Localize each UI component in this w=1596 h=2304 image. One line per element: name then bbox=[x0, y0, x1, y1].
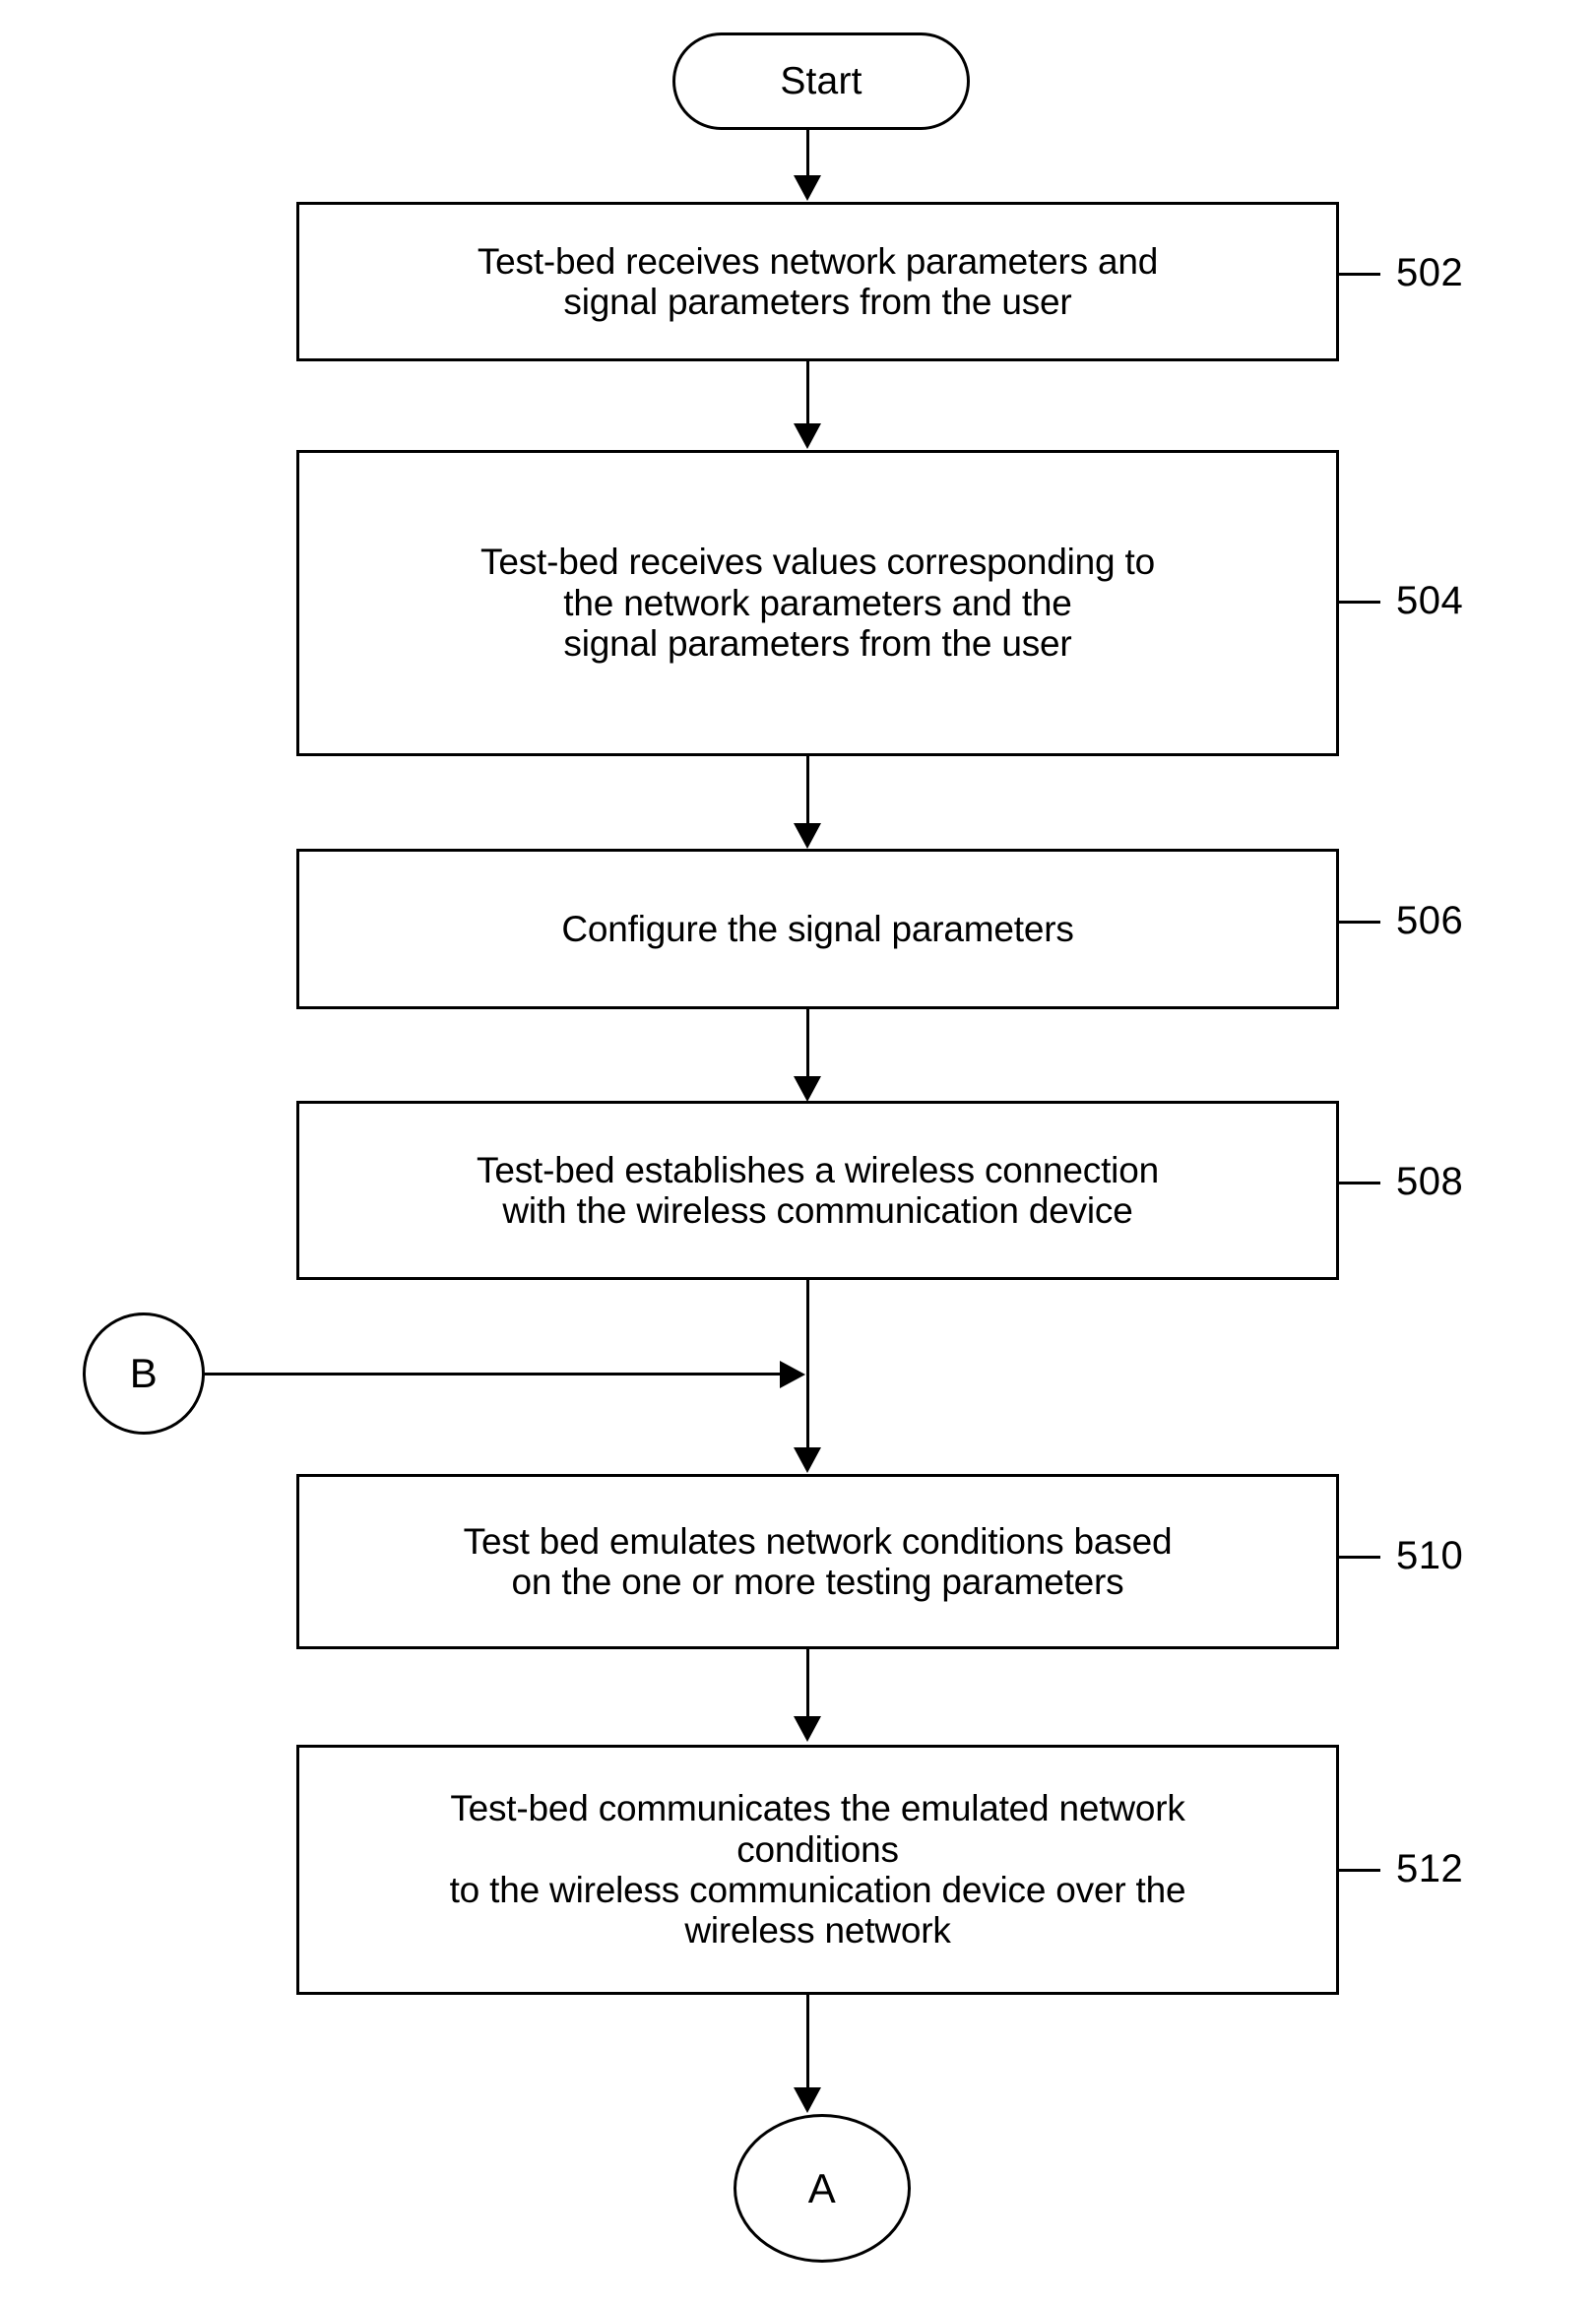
edge-506-to-508-arrowhead bbox=[794, 1076, 821, 1102]
ref-510: 510 bbox=[1396, 1534, 1464, 1577]
node-start-label: Start bbox=[780, 59, 862, 102]
node-step-502-label: Test-bed receives network parameters and… bbox=[477, 240, 1159, 322]
ref-504: 504 bbox=[1396, 579, 1464, 622]
ref-502: 502 bbox=[1396, 251, 1464, 294]
ref-506-leader bbox=[1339, 921, 1380, 924]
edge-502-to-504-arrowhead bbox=[794, 423, 821, 449]
ref-508-leader bbox=[1339, 1182, 1380, 1184]
flowchart-page: Start Test-bed receives network paramete… bbox=[0, 0, 1596, 2304]
node-connector-a: A bbox=[734, 2114, 911, 2263]
ref-512-leader bbox=[1339, 1869, 1380, 1872]
edge-506-to-508-line bbox=[806, 1009, 809, 1078]
edge-512-to-a-arrowhead bbox=[794, 2087, 821, 2113]
edge-b-to-510-line bbox=[205, 1373, 782, 1376]
ref-506: 506 bbox=[1396, 899, 1464, 942]
ref-508: 508 bbox=[1396, 1160, 1464, 1203]
node-step-510-label: Test bed emulates network conditions bas… bbox=[463, 1520, 1173, 1602]
node-step-508: Test-bed establishes a wireless connecti… bbox=[296, 1101, 1339, 1280]
edge-510-to-512-arrowhead bbox=[794, 1716, 821, 1742]
ref-504-leader bbox=[1339, 601, 1380, 604]
edge-start-to-502-arrowhead bbox=[794, 175, 821, 201]
edge-start-to-502-line bbox=[806, 130, 809, 177]
node-step-510: Test bed emulates network conditions bas… bbox=[296, 1474, 1339, 1649]
node-connector-a-label: A bbox=[807, 2164, 837, 2211]
node-step-508-label: Test-bed establishes a wireless connecti… bbox=[477, 1149, 1159, 1231]
edge-508-to-510-line bbox=[806, 1280, 809, 1449]
edge-b-to-510-arrowhead bbox=[780, 1361, 805, 1388]
node-step-502: Test-bed receives network parameters and… bbox=[296, 202, 1339, 361]
edge-510-to-512-line bbox=[806, 1649, 809, 1718]
node-connector-b-label: B bbox=[129, 1350, 159, 1396]
node-step-504-label: Test-bed receives values corresponding t… bbox=[480, 542, 1155, 665]
ref-510-leader bbox=[1339, 1556, 1380, 1559]
node-step-506-label: Configure the signal parameters bbox=[561, 908, 1074, 949]
node-step-504: Test-bed receives values corresponding t… bbox=[296, 450, 1339, 756]
node-start: Start bbox=[672, 32, 970, 130]
ref-502-leader bbox=[1339, 273, 1380, 276]
edge-502-to-504-line bbox=[806, 361, 809, 425]
edge-508-to-510-arrowhead bbox=[794, 1447, 821, 1473]
node-step-512: Test-bed communicates the emulated netwo… bbox=[296, 1745, 1339, 1995]
node-step-512-label: Test-bed communicates the emulated netwo… bbox=[449, 1788, 1186, 1952]
edge-512-to-a-line bbox=[806, 1995, 809, 2089]
node-step-506: Configure the signal parameters bbox=[296, 849, 1339, 1009]
node-connector-b: B bbox=[83, 1312, 205, 1435]
ref-512: 512 bbox=[1396, 1847, 1464, 1890]
edge-504-to-506-arrowhead bbox=[794, 823, 821, 849]
edge-504-to-506-line bbox=[806, 756, 809, 825]
